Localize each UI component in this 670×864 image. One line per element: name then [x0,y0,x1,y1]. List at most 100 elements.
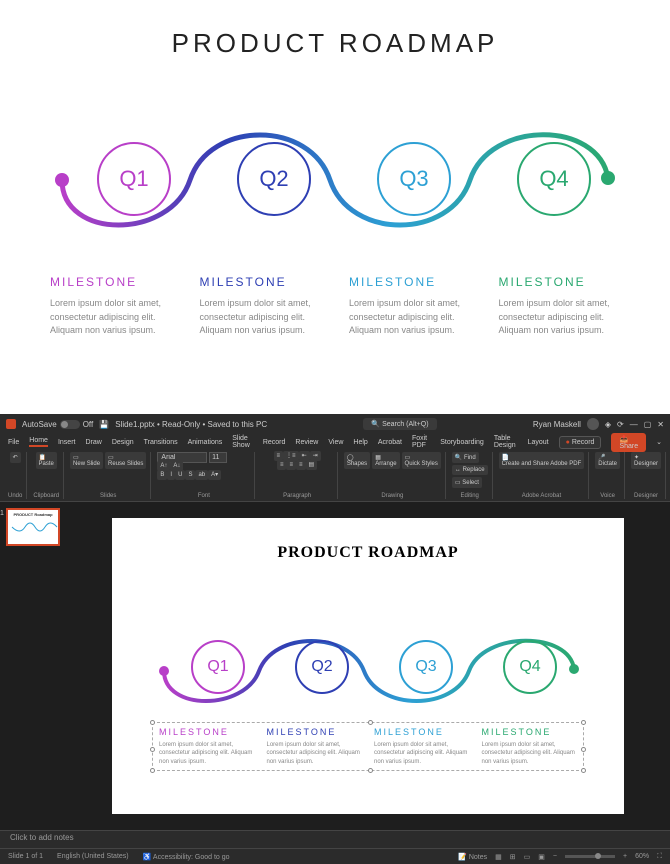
slide-milestones-selected[interactable]: MILESTONELorem ipsum dolor sit amet, con… [152,722,584,771]
tab-help[interactable]: Help [353,439,367,446]
slide-milestone-2[interactable]: MILESTONELorem ipsum dolor sit amet, con… [261,723,369,770]
slide-title[interactable]: PRODUCT ROADMAP [112,544,624,562]
tab-home[interactable]: Home [29,437,48,447]
bold-button[interactable]: B [157,470,167,480]
align-right[interactable]: ≡ [296,460,306,470]
view-normal-icon[interactable]: ▦ [495,853,502,861]
paste-button[interactable]: 📋Paste [36,452,57,469]
select-button[interactable]: ▭ Select [452,477,482,488]
tab-animations[interactable]: Animations [188,439,223,446]
font-size-select[interactable] [209,452,227,463]
underline-button[interactable]: U [175,470,185,480]
titlebar: AutoSave Off 💾 Slide1.pptx • Read-Only •… [0,414,670,434]
view-sorter-icon[interactable]: ⊞ [510,853,516,861]
arrange-button[interactable]: ▦Arrange [372,452,399,469]
tab-file[interactable]: File [8,439,19,446]
slide-canvas-area[interactable]: PRODUCT ROADMAP Q1 Q2 Q3 Q4 [66,502,670,830]
powerpoint-window: AutoSave Off 💾 Slide1.pptx • Read-Only •… [0,414,670,858]
editing-label: Editing [461,493,479,499]
editing-group: 🔍 Find ↔ Replace ▭ Select Editing [448,452,493,499]
workspace: 1 PRODUCT Roadmap PRODUCT ROADMAP Q1 [0,502,670,830]
reuse-slides-button[interactable]: ▭Reuse Slides [105,452,146,469]
clipboard-group: 📋Paste Clipboard [29,452,64,499]
tab-draw[interactable]: Draw [85,439,101,446]
save-icon[interactable]: 💾 [99,420,109,429]
designer-button[interactable]: ✦Designer [631,452,661,469]
notes-toggle[interactable]: 📝 Notes [458,853,487,861]
close-button[interactable]: ✕ [657,420,664,429]
tab-acrobat[interactable]: Acrobat [378,439,402,446]
tab-foxit[interactable]: Foxit PDF [412,435,430,449]
diamond-icon[interactable]: ◈ [605,420,611,429]
quick-styles-button[interactable]: ▭Quick Styles [402,452,441,469]
italic-button[interactable]: I [167,470,175,480]
avatar-icon[interactable] [587,418,599,430]
find-button[interactable]: 🔍 Find [452,452,479,463]
autosave-toggle[interactable]: AutoSave Off [22,420,93,429]
voice-label: Voice [600,493,615,499]
create-pdf-button[interactable]: 📄Create and Share Adobe PDF [499,452,585,469]
tab-record[interactable]: Record [263,439,286,446]
toggle-icon[interactable] [60,420,80,429]
ribbon-collapse-icon[interactable]: ⌄ [656,438,662,446]
tab-transitions[interactable]: Transitions [144,439,178,446]
slide-quarter-circles[interactable]: Q1 Q2 Q3 Q4 [112,640,624,694]
diagram-title: PRODUCT ROADMAP [40,28,630,59]
zoom-value[interactable]: 60% [635,853,649,860]
slide-q1[interactable]: Q1 [191,640,245,694]
dictate-button[interactable]: 🎤Dictate [595,452,620,469]
slide-q2[interactable]: Q2 [295,640,349,694]
zoom-out[interactable]: − [553,853,557,860]
slides-label: Slides [100,493,116,499]
slide-milestone-3[interactable]: MILESTONELorem ipsum dolor sit amet, con… [368,723,476,770]
quarter-circles: Q1 Q2 Q3 Q4 [0,142,670,216]
fit-window-icon[interactable]: ⛶ [657,853,662,861]
tab-storyboarding[interactable]: Storyboarding [440,439,484,446]
align-center[interactable]: ≡ [286,460,296,470]
autosave-state: Off [83,420,94,429]
slide-thumb-1[interactable]: 1 PRODUCT Roadmap [6,508,60,546]
slide-milestone-4[interactable]: MILESTONELorem ipsum dolor sit amet, con… [476,723,584,770]
minimize-button[interactable]: — [630,420,638,429]
strike-button[interactable]: S [185,470,195,480]
view-reading-icon[interactable]: ▭ [524,853,531,861]
tab-slideshow[interactable]: Slide Show [232,435,253,449]
milestone-1-text: Lorem ipsum dolor sit amet, consectetur … [50,297,172,338]
user-name[interactable]: Ryan Maskell [533,420,581,429]
slide-milestone-1[interactable]: MILESTONELorem ipsum dolor sit amet, con… [153,723,261,770]
new-slide-button[interactable]: ▭New Slide [70,452,103,469]
replace-button[interactable]: ↔ Replace [452,465,488,475]
sync-icon[interactable]: ⟳ [617,420,624,429]
language-status[interactable]: English (United States) [57,853,129,860]
view-slideshow-icon[interactable]: ▣ [538,853,545,861]
menu-tabs: File Home Insert Draw Design Transitions… [0,434,670,450]
tab-design[interactable]: Design [112,439,134,446]
record-button[interactable]: Record [559,436,602,449]
paragraph-label: Paragraph [283,493,311,499]
font-label: Font [198,493,210,499]
notes-pane[interactable]: Click to add notes [0,830,670,848]
undo-group: ↶ Undo [4,452,27,499]
milestone-3: MILESTONE Lorem ipsum dolor sit amet, co… [349,275,471,338]
slide-canvas[interactable]: PRODUCT ROADMAP Q1 Q2 Q3 Q4 [112,518,624,814]
tab-view[interactable]: View [328,439,343,446]
slide-q4[interactable]: Q4 [503,640,557,694]
q4-circle: Q4 [517,142,591,216]
accessibility-status[interactable]: ♿ Accessibility: Good to go [143,853,230,861]
zoom-in[interactable]: + [623,853,627,860]
q1-circle: Q1 [97,142,171,216]
tab-tabledesign[interactable]: Table Design [494,435,518,449]
search-input[interactable]: 🔍 Search (Alt+Q) [363,418,436,430]
columns-button[interactable]: ▤ [306,460,318,470]
share-button[interactable]: 📤 Share [611,433,646,452]
tab-review[interactable]: Review [295,439,318,446]
milestone-2-text: Lorem ipsum dolor sit amet, consectetur … [200,297,322,338]
undo-button[interactable]: ↶ [10,452,21,463]
font-color-button[interactable]: A▾ [208,470,221,480]
shapes-button[interactable]: ◯Shapes [344,452,370,469]
slide-q3[interactable]: Q3 [399,640,453,694]
shadow-button[interactable]: ab [195,470,208,480]
tab-layout[interactable]: Layout [528,439,549,446]
maximize-button[interactable]: ▢ [644,420,652,429]
tab-insert[interactable]: Insert [58,439,76,446]
